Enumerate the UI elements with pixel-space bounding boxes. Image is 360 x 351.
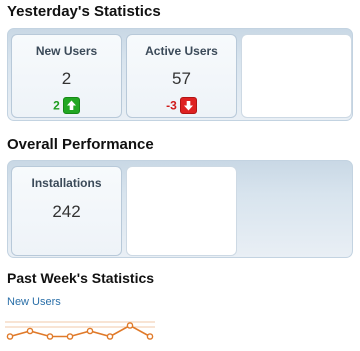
sparkline-point — [26, 327, 34, 335]
sparkline-point — [146, 333, 154, 340]
arrow-down-icon — [179, 97, 197, 114]
stat-card-empty — [241, 34, 352, 118]
sparkline-point — [6, 333, 14, 340]
stat-card-active-users[interactable]: Active Users 57 -3 — [126, 34, 237, 118]
stat-value: 57 — [172, 69, 191, 88]
section-title-overall: Overall Performance — [7, 136, 154, 153]
new-users-sparkline — [5, 321, 155, 340]
stat-label: Installations — [31, 176, 102, 190]
new-users-link[interactable]: New Users — [7, 296, 61, 308]
sparkline-point — [46, 333, 54, 340]
section-title-past-week: Past Week's Statistics — [7, 270, 155, 286]
stat-value: 242 — [52, 202, 81, 221]
sparkline-point — [86, 327, 94, 335]
sparkline-point — [106, 333, 114, 340]
stat-label: New Users — [35, 44, 98, 58]
arrow-up-icon — [62, 97, 80, 114]
sparkline-point — [66, 333, 74, 340]
yesterday-stats-panel: New Users 2 2 Active Users 57 -3 — [7, 28, 353, 121]
stat-card-installations[interactable]: Installations 242 — [11, 166, 122, 256]
stat-label: Active Users — [145, 44, 218, 58]
stat-card-new-users[interactable]: New Users 2 2 — [11, 34, 122, 118]
overall-performance-panel: Installations 242 — [7, 160, 353, 258]
stat-delta: -3 — [127, 97, 236, 114]
delta-value: 2 — [53, 98, 60, 113]
stat-delta: 2 — [12, 97, 121, 114]
stat-card-empty — [126, 166, 237, 256]
stat-value: 2 — [61, 69, 72, 88]
delta-value: -3 — [166, 98, 177, 113]
sparkline-point — [126, 322, 134, 329]
section-title-yesterday: Yesterday's Statistics — [7, 3, 161, 20]
